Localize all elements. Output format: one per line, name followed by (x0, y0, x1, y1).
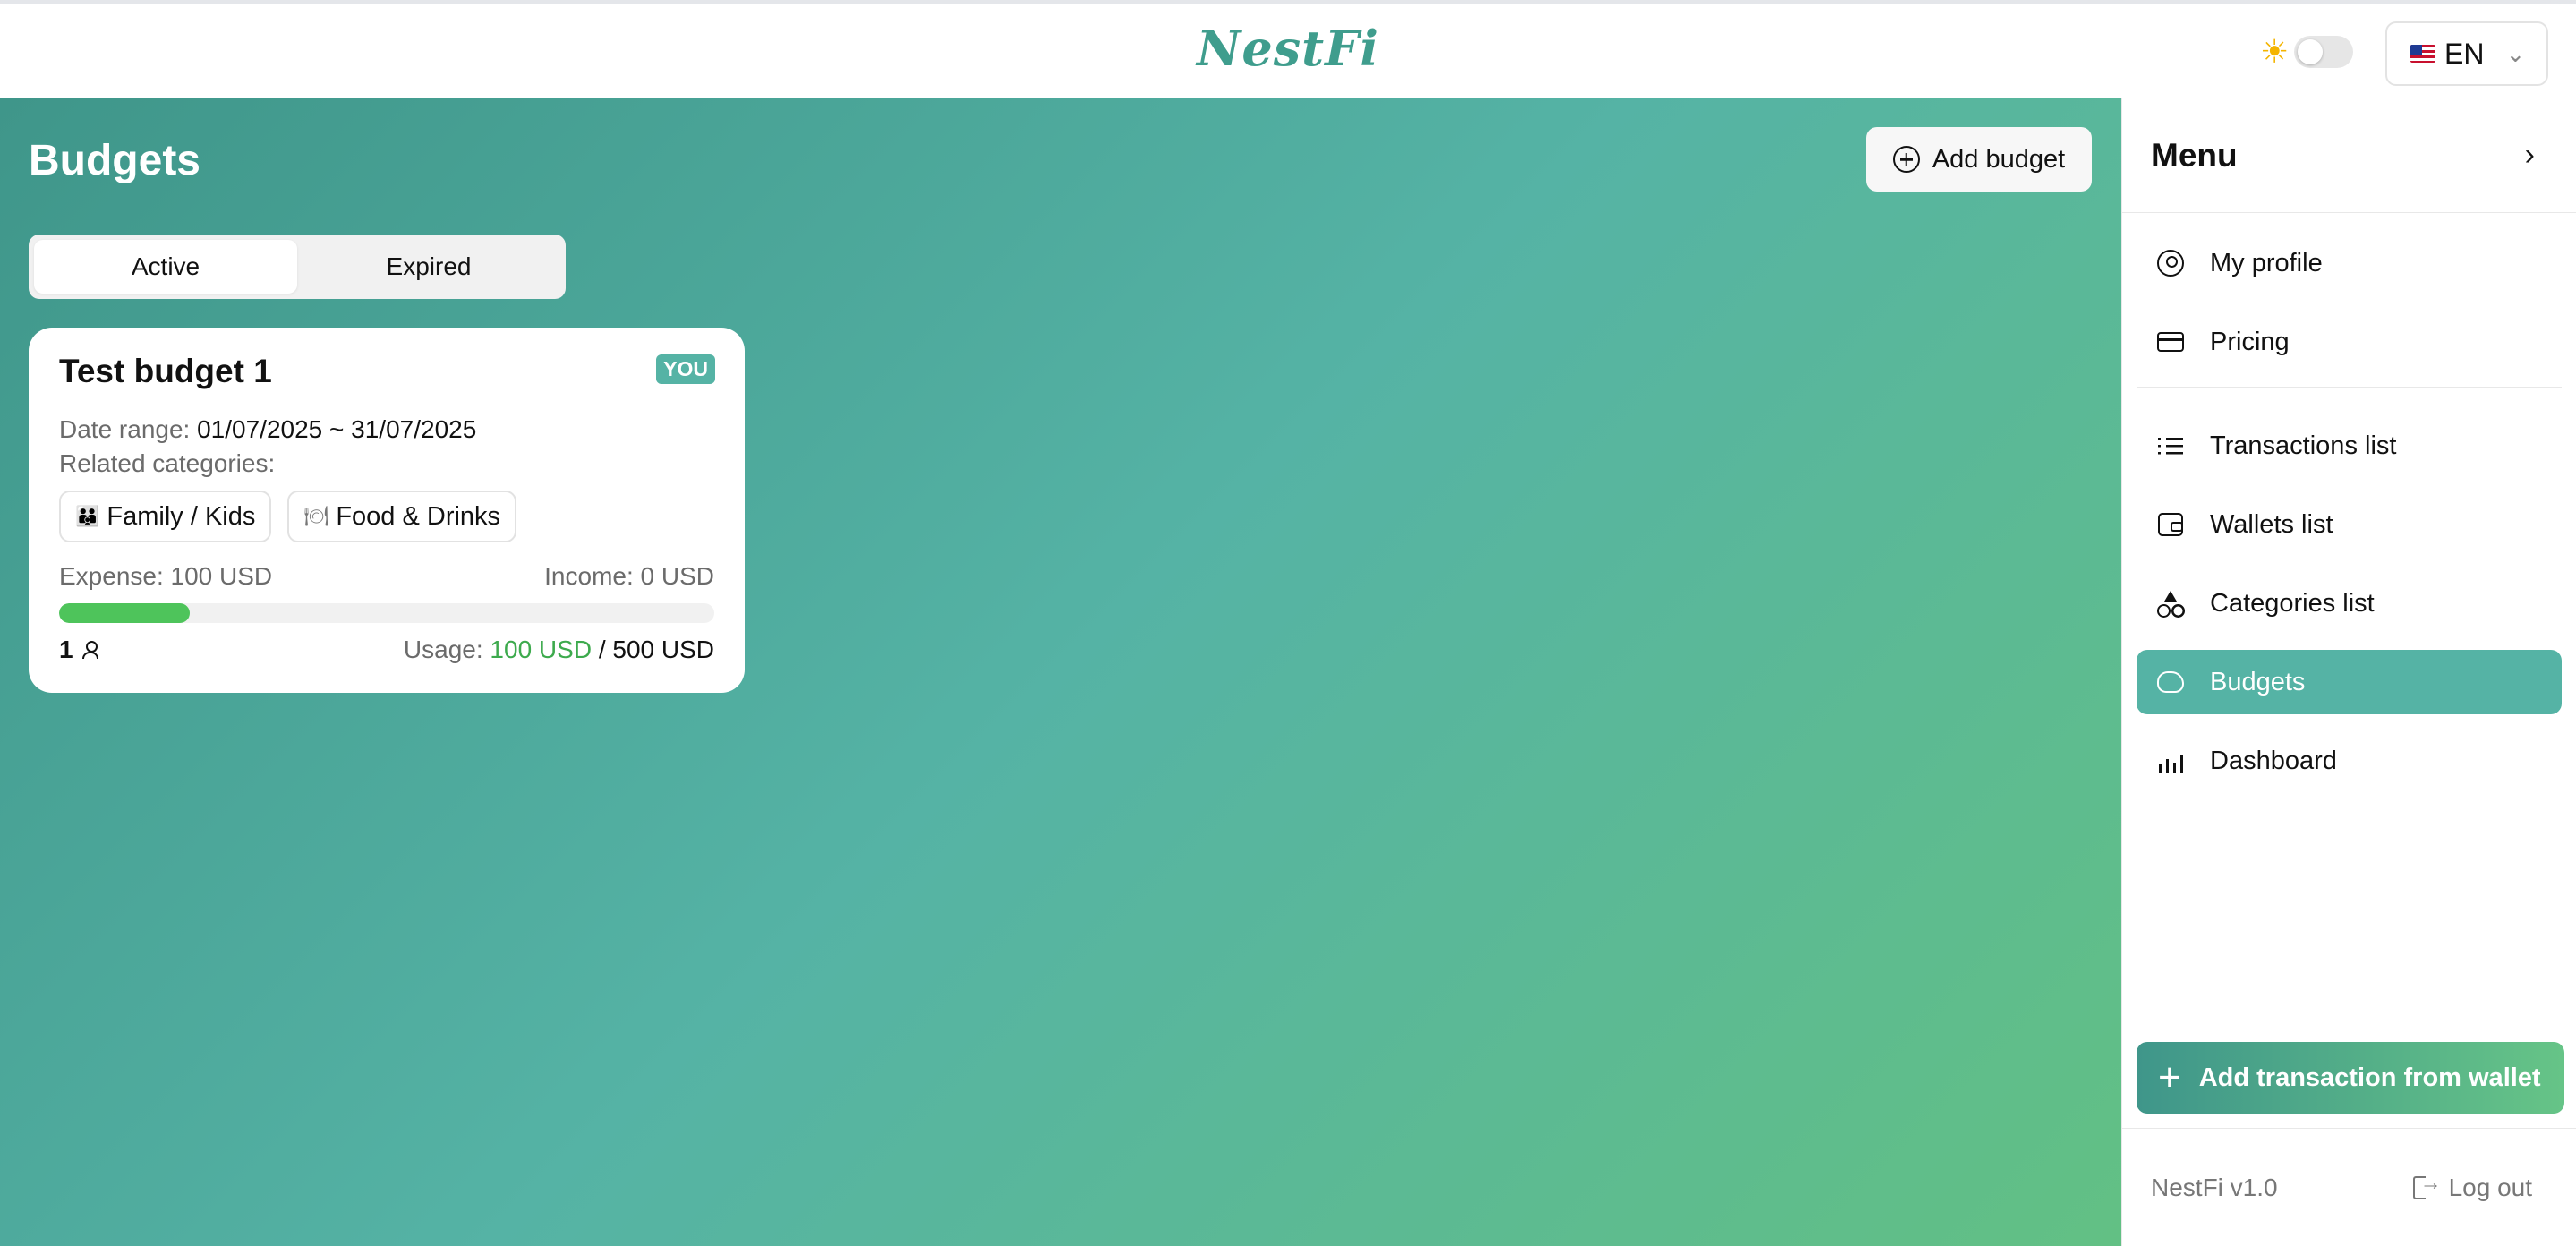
logout-icon (2412, 1171, 2442, 1199)
category-chip-label: Family / Kids (107, 501, 256, 531)
sidebar-item-label: Transactions list (2210, 431, 2397, 460)
budget-status-tabs: Active Expired (29, 235, 566, 299)
app-version: NestFi v1.0 (2151, 1173, 2278, 1201)
add-transaction-button[interactable]: + Add transaction from wallet (2137, 1042, 2564, 1114)
usage-progress-bar (59, 603, 714, 623)
piggy-bank-icon (2156, 671, 2185, 693)
chevron-down-icon: ⌄ (2505, 39, 2526, 67)
menu-title: Menu (2151, 136, 2238, 174)
brand-logo[interactable]: NestFi (0, 20, 2576, 77)
members-count: 1 (59, 636, 98, 664)
top-bar: NestFi ☀ EN ⌄ (0, 0, 2576, 98)
language-label: EN (2444, 37, 2485, 70)
plate-icon: 🍽 (303, 505, 329, 527)
theme-toggle[interactable] (2294, 36, 2354, 68)
sidebar-item-pricing[interactable]: Pricing (2137, 310, 2562, 374)
usage-label: Usage: (403, 636, 483, 663)
sidebar-item-categories[interactable]: Categories list (2137, 571, 2562, 636)
date-range: Date range: 01/07/2025 ~ 31/07/2025 (59, 415, 714, 444)
add-budget-button[interactable]: Add budget (1866, 127, 2092, 192)
sidebar-footer: NestFi v1.0 Log out (2122, 1128, 2576, 1246)
list-icon (2156, 436, 2185, 456)
category-chip-food: 🍽 Food & Drinks (287, 491, 517, 542)
nav-group-main: Transactions list Wallets list Categorie… (2122, 388, 2576, 804)
expense-text: Expense: 100 USD (59, 562, 273, 590)
sidebar-item-label: Categories list (2210, 588, 2375, 618)
expense-income-row: Expense: 100 USD Income: 0 USD (59, 562, 714, 591)
chevron-right-icon[interactable]: › (2525, 138, 2535, 173)
toggle-knob (2298, 39, 2324, 64)
wallet-icon (2156, 513, 2185, 536)
usage-summary: Usage: 100 USD / 500 USD (404, 636, 714, 664)
nav-group-account: My profile Pricing (2137, 213, 2562, 388)
sidebar-menu: Menu › My profile Pricing Transactions l… (2121, 98, 2576, 1246)
sidebar-item-label: Budgets (2210, 667, 2306, 696)
tab-expired[interactable]: Expired (297, 240, 560, 294)
sidebar-item-label: Wallets list (2210, 509, 2333, 539)
sidebar-item-label: My profile (2210, 248, 2323, 277)
language-select[interactable]: EN ⌄ (2385, 21, 2548, 86)
date-range-label: Date range: (59, 415, 191, 443)
category-chips: 👪 Family / Kids 🍽 Food & Drinks (59, 491, 714, 542)
sidebar-item-my-profile[interactable]: My profile (2137, 231, 2562, 295)
tab-active[interactable]: Active (34, 240, 297, 294)
add-transaction-label: Add transaction from wallet (2198, 1063, 2541, 1092)
family-icon: 👪 (75, 505, 100, 527)
credit-card-icon (2156, 332, 2185, 352)
category-chip-label: Food & Drinks (336, 501, 501, 531)
members-count-value: 1 (59, 636, 73, 663)
sidebar-item-dashboard[interactable]: Dashboard (2137, 729, 2562, 793)
theme-switch[interactable]: ☀ (2260, 33, 2354, 70)
category-chip-family: 👪 Family / Kids (59, 491, 272, 542)
us-flag-icon (2410, 45, 2435, 63)
menu-header: Menu › (2122, 98, 2576, 213)
user-icon (81, 640, 98, 660)
income-text: Income: 0 USD (544, 562, 714, 590)
sun-icon: ☀ (2260, 33, 2290, 70)
owner-badge: YOU (656, 354, 715, 384)
add-budget-label: Add budget (1932, 144, 2066, 174)
usage-used: 100 USD (490, 636, 593, 663)
sidebar-item-budgets[interactable]: Budgets (2137, 650, 2562, 714)
logout-button[interactable]: Log out (2412, 1171, 2532, 1202)
user-circle-icon (2156, 250, 2185, 277)
plus-icon: + (2158, 1055, 2181, 1099)
related-categories-label: Related categories: (59, 449, 276, 477)
budget-card[interactable]: Test budget 1 YOU Date range: 01/07/2025… (29, 328, 745, 693)
page-title: Budgets (29, 137, 200, 184)
date-range-value: 01/07/2025 ~ 31/07/2025 (197, 415, 477, 443)
usage-progress-fill (59, 603, 191, 623)
sidebar-item-wallets[interactable]: Wallets list (2137, 492, 2562, 557)
sidebar-item-label: Dashboard (2210, 746, 2337, 775)
bar-chart-icon (2156, 748, 2185, 773)
logout-label: Log out (2448, 1173, 2532, 1201)
budget-title: Test budget 1 (59, 353, 272, 389)
sidebar-item-label: Pricing (2210, 327, 2290, 356)
sidebar-item-transactions[interactable]: Transactions list (2137, 414, 2562, 478)
usage-total: / 500 USD (598, 636, 714, 663)
shapes-icon (2156, 591, 2185, 618)
main-content: Budgets Add budget Active Expired Test b… (0, 98, 2121, 1246)
plus-circle-icon (1892, 146, 1920, 173)
usage-row: 1 Usage: 100 USD / 500 USD (59, 636, 714, 664)
